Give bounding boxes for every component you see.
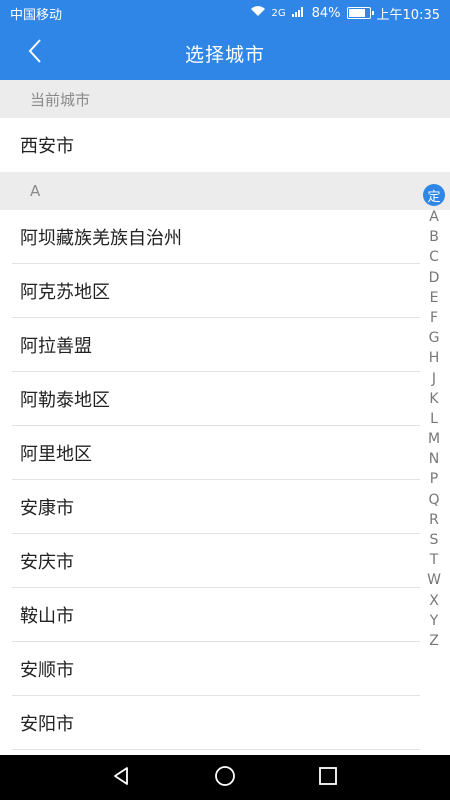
index-letter[interactable]: H (429, 348, 440, 368)
home-circle-icon (214, 765, 236, 791)
city-item[interactable]: 阿坝藏族羌族自治州 (0, 210, 450, 264)
index-letter[interactable]: L (430, 409, 438, 429)
current-city-label: 西安市 (20, 136, 74, 157)
network-type: 2G (271, 7, 286, 19)
index-letter[interactable]: N (429, 449, 439, 469)
current-city-item[interactable]: 西安市 (0, 118, 450, 172)
city-item[interactable]: 安庆市 (0, 534, 450, 588)
index-letter[interactable]: C (429, 247, 439, 267)
system-nav-bar (0, 755, 450, 800)
index-letter[interactable]: Y (430, 611, 439, 631)
index-letter[interactable]: B (429, 227, 439, 247)
nav-back-button[interactable] (102, 758, 142, 798)
section-letter: A (30, 182, 41, 200)
city-name: 安庆市 (20, 552, 74, 573)
index-letter[interactable]: Q (428, 490, 439, 510)
city-item[interactable]: 安阳市 (0, 696, 450, 750)
wifi-icon (250, 5, 266, 21)
city-item[interactable]: 安顺市 (0, 642, 450, 696)
city-name: 阿克苏地区 (20, 282, 110, 303)
status-indicators: 2G 84% 上午10:35 (250, 4, 440, 23)
battery-percent: 84% (311, 5, 341, 21)
alphabet-index[interactable]: 定 A B C D E F G H J K L M N P Q R S T W … (422, 184, 446, 651)
city-name: 安阳市 (20, 714, 74, 735)
app-header: 选择城市 (0, 26, 450, 80)
index-letter[interactable]: K (429, 389, 438, 409)
index-letter[interactable]: D (429, 268, 440, 288)
recents-square-icon (318, 766, 338, 790)
index-letter[interactable]: P (430, 469, 438, 489)
index-letter[interactable]: S (430, 530, 439, 550)
index-letter[interactable]: E (430, 288, 439, 308)
index-letter[interactable]: M (428, 429, 440, 449)
city-name: 阿拉善盟 (20, 336, 92, 357)
back-triangle-icon (112, 766, 132, 790)
back-button[interactable] (18, 36, 52, 70)
index-letter[interactable]: R (429, 510, 439, 530)
index-letter[interactable]: Z (429, 631, 439, 651)
city-item[interactable]: 阿里地区 (0, 426, 450, 480)
city-list[interactable]: 阿坝藏族羌族自治州 阿克苏地区 阿拉善盟 阿勒泰地区 阿里地区 安康市 安庆市 … (0, 210, 450, 755)
battery-icon (346, 7, 374, 19)
city-item[interactable]: 阿克苏地区 (0, 264, 450, 318)
city-name: 阿坝藏族羌族自治州 (20, 228, 182, 249)
index-letter[interactable]: J (432, 369, 436, 389)
page-title: 选择城市 (184, 43, 265, 66)
index-letter[interactable]: F (430, 308, 438, 328)
nav-home-button[interactable] (205, 758, 245, 798)
city-name: 安顺市 (20, 660, 74, 681)
city-name: 鞍山市 (20, 606, 74, 627)
nav-recents-button[interactable] (308, 758, 348, 798)
city-item[interactable]: 鞍山市 (0, 588, 450, 642)
locate-index-button[interactable]: 定 (423, 184, 445, 206)
city-item[interactable]: 阿拉善盟 (0, 318, 450, 372)
chevron-left-icon (27, 38, 43, 68)
current-city-section-label: 当前城市 (30, 90, 91, 109)
index-letter[interactable]: G (429, 328, 440, 348)
current-city-header: 当前城市 (0, 80, 450, 118)
status-bar: 中国移动 2G 84% 上午10:35 (0, 0, 450, 26)
city-name: 阿里地区 (20, 444, 92, 465)
city-item[interactable]: 阿勒泰地区 (0, 372, 450, 426)
city-name: 阿勒泰地区 (20, 390, 110, 411)
city-item[interactable]: 安康市 (0, 480, 450, 534)
letter-section-header: A (0, 172, 450, 210)
index-letter[interactable]: A (429, 207, 439, 227)
clock: 上午10:35 (376, 7, 440, 23)
signal-icon (291, 5, 306, 21)
city-name: 安康市 (20, 498, 74, 519)
index-letter[interactable]: X (429, 591, 439, 611)
index-letter[interactable]: W (427, 570, 441, 590)
index-letter[interactable]: T (430, 550, 439, 570)
carrier-label: 中国移动 (10, 7, 63, 23)
